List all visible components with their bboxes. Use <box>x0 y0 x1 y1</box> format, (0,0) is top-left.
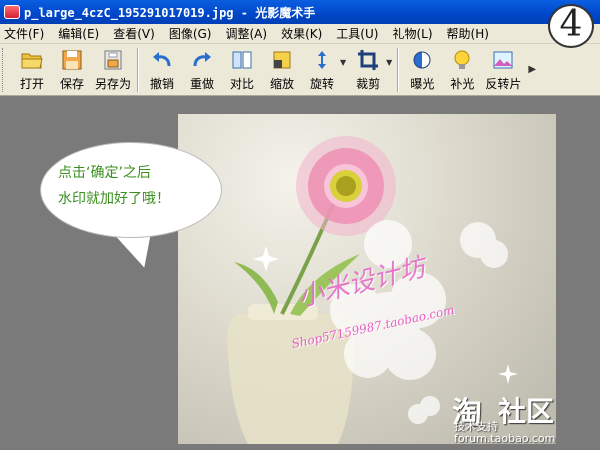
menu-gift[interactable]: 礼物(L) <box>392 25 432 42</box>
forum-logo: 淘 社区 技术支持 forum.taobao.com <box>452 388 598 446</box>
redo-label: 重做 <box>190 77 215 91</box>
undo-button[interactable]: 撤销 <box>145 48 179 92</box>
main-toolbar: 打开 保存 另存为 撤销 重做 对比 缩放 旋转 ▼ 裁剪 ▼ 曝光 补光 反转… <box>0 44 600 96</box>
exposure-label: 曝光 <box>410 77 435 91</box>
undo-arrow-icon <box>153 52 171 67</box>
menu-bar: 文件(F) 编辑(E) 查看(V) 图像(G) 调整(A) 效果(K) 工具(U… <box>0 24 600 44</box>
forum-logo-name: 社区 <box>498 395 555 428</box>
menu-tools[interactable]: 工具(U) <box>336 25 378 42</box>
compare-icon <box>232 51 252 69</box>
floppy-disk-icon <box>62 50 82 70</box>
fill-light-button[interactable]: 补光 <box>445 48 479 92</box>
save-as-icon <box>104 50 122 70</box>
menu-adjust[interactable]: 调整(A) <box>225 25 267 42</box>
callout-line-2: 水印就加好了哦！ <box>58 191 170 207</box>
crop-button[interactable]: 裁剪 <box>351 48 385 92</box>
open-label: 打开 <box>19 77 44 91</box>
lightbulb-icon <box>454 50 470 69</box>
callout-text: 点击‘确定’之后 水印就加好了哦！ <box>58 160 208 212</box>
callout-line-1: 点击‘确定’之后 <box>58 165 151 181</box>
toolbar-overflow-icon[interactable]: ▶ <box>528 64 536 75</box>
rotate-dropdown-icon[interactable]: ▼ <box>340 58 346 67</box>
menu-edit[interactable]: 编辑(E) <box>58 25 99 42</box>
crop-icon <box>358 50 379 70</box>
window-title: p_large_4czC_195291017019.jpg - 光影魔术手 <box>24 5 316 20</box>
film-landscape-icon <box>493 51 513 69</box>
menu-file[interactable]: 文件(F) <box>4 25 44 42</box>
menu-effects[interactable]: 效果(K) <box>281 25 322 42</box>
open-button[interactable]: 打开 <box>15 48 49 92</box>
zoom-label: 缩放 <box>270 77 295 91</box>
save-button[interactable]: 保存 <box>55 48 89 92</box>
toolbar-separator <box>397 48 400 92</box>
toolbar-grip[interactable] <box>2 48 10 92</box>
save-label: 保存 <box>59 77 84 91</box>
menu-help[interactable]: 帮助(H) <box>447 25 489 42</box>
step-number-badge: 4 <box>548 4 594 48</box>
rotate-button[interactable]: 旋转 <box>305 48 339 92</box>
compare-button[interactable]: 对比 <box>225 48 259 92</box>
zoom-button[interactable]: 缩放 <box>265 48 299 92</box>
rotate-arrows-icon <box>318 51 327 69</box>
menu-image[interactable]: 图像(G) <box>169 25 212 42</box>
invert-film-button[interactable]: 反转片 <box>485 48 521 92</box>
fill-light-label: 补光 <box>450 77 475 91</box>
exposure-icon <box>413 51 431 69</box>
toolbar-separator <box>137 48 140 92</box>
resize-icon <box>273 51 291 69</box>
save-as-button[interactable]: 另存为 <box>95 48 131 92</box>
folder-open-icon <box>21 53 43 69</box>
crop-dropdown-icon[interactable]: ▼ <box>386 58 392 67</box>
compare-label: 对比 <box>230 77 255 91</box>
undo-label: 撤销 <box>150 77 175 91</box>
redo-arrow-icon <box>193 52 212 67</box>
save-as-label: 另存为 <box>95 77 132 91</box>
menu-view[interactable]: 查看(V) <box>113 25 155 42</box>
app-icon <box>4 5 20 19</box>
rotate-label: 旋转 <box>310 77 335 91</box>
crop-label: 裁剪 <box>356 77 381 91</box>
invert-film-label: 反转片 <box>485 77 522 91</box>
redo-button[interactable]: 重做 <box>185 48 219 92</box>
exposure-button[interactable]: 曝光 <box>405 48 439 92</box>
title-bar: p_large_4czC_195291017019.jpg - 光影魔术手 <box>0 0 600 24</box>
forum-logo-url: forum.taobao.com <box>454 432 556 445</box>
